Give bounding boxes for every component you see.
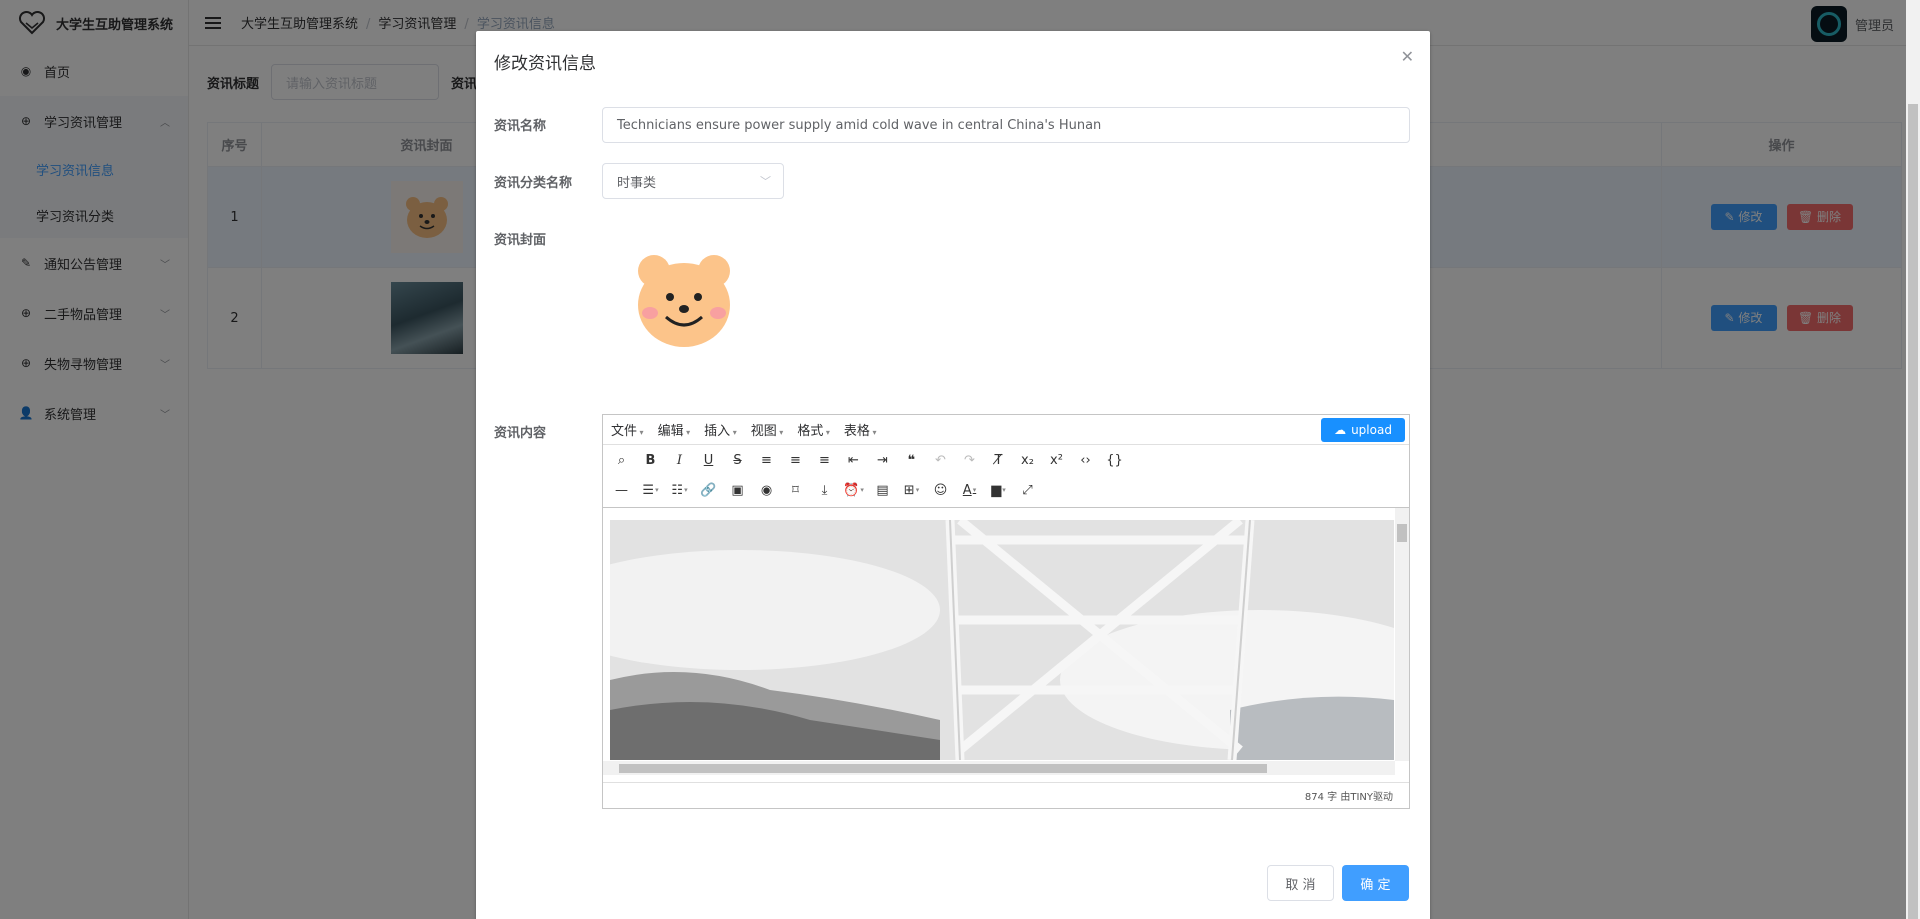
- confirm-button[interactable]: 确 定: [1342, 865, 1409, 901]
- content-label: 资讯内容: [494, 426, 547, 441]
- bullet-list-icon[interactable]: ☰: [638, 479, 663, 501]
- text-color-icon[interactable]: A: [957, 479, 982, 501]
- underline-icon[interactable]: U: [696, 449, 721, 471]
- upload-button[interactable]: ☁ upload: [1321, 418, 1405, 442]
- code-icon[interactable]: ‹›: [1073, 449, 1098, 471]
- strikethrough-icon[interactable]: S: [725, 449, 750, 471]
- editor-menubar: 文件 编辑 插入 视图 格式 表格 ☁upload: [603, 415, 1409, 445]
- align-right-icon[interactable]: ≡: [812, 449, 837, 471]
- news-name-input[interactable]: Technicians ensure power supply amid col…: [602, 107, 1410, 143]
- editor-statusbar: 874 字 由TINY驱动: [603, 782, 1409, 808]
- dialog-title: 修改资讯信息: [494, 54, 596, 74]
- blockquote-icon[interactable]: ❝: [899, 449, 924, 471]
- numbered-list-icon[interactable]: ☷: [667, 479, 692, 501]
- outdent-icon[interactable]: ⇤: [841, 449, 866, 471]
- editor-content-area[interactable]: [603, 507, 1409, 777]
- content-image[interactable]: [610, 520, 1394, 760]
- table-icon[interactable]: ⊞: [899, 479, 924, 501]
- rich-text-editor: 文件 编辑 插入 视图 格式 表格 ☁upload ⌕ B I U S ≡ ≡ …: [602, 414, 1410, 809]
- category-select[interactable]: 时事类 ﹀: [602, 163, 784, 199]
- page-scrollbar[interactable]: [1906, 0, 1920, 919]
- cloud-upload-icon: ☁: [1334, 423, 1347, 437]
- editor-vertical-scrollbar[interactable]: [1395, 508, 1409, 761]
- category-selected-value: 时事类: [617, 175, 657, 191]
- media-icon[interactable]: ▤: [870, 479, 895, 501]
- menu-insert[interactable]: 插入: [704, 420, 737, 439]
- menu-file[interactable]: 文件: [611, 420, 644, 439]
- category-label: 资讯分类名称: [494, 176, 573, 191]
- menu-view[interactable]: 视图: [751, 420, 784, 439]
- undo-icon[interactable]: ↶: [928, 449, 953, 471]
- datetime-icon[interactable]: ⏰: [841, 479, 866, 501]
- bookmark-icon[interactable]: ⌑: [783, 479, 808, 501]
- redo-icon[interactable]: ↷: [957, 449, 982, 471]
- align-left-icon[interactable]: ≡: [754, 449, 779, 471]
- image-icon[interactable]: ▣: [725, 479, 750, 501]
- name-label: 资讯名称: [494, 119, 547, 134]
- align-center-icon[interactable]: ≡: [783, 449, 808, 471]
- menu-edit[interactable]: 编辑: [658, 420, 691, 439]
- subscript-icon[interactable]: x₂: [1015, 449, 1040, 471]
- horizontal-rule-icon[interactable]: —: [609, 479, 634, 501]
- emoticon-icon[interactable]: ☺: [928, 479, 953, 501]
- superscript-icon[interactable]: x²: [1044, 449, 1069, 471]
- code-sample-icon[interactable]: {}: [1102, 449, 1127, 471]
- fullscreen-icon[interactable]: ⤢: [1015, 479, 1040, 501]
- bold-icon[interactable]: B: [638, 449, 663, 471]
- background-color-icon[interactable]: ▆: [986, 479, 1011, 501]
- find-replace-icon[interactable]: ⌕: [609, 449, 634, 471]
- clear-format-icon[interactable]: T̸: [986, 449, 1011, 471]
- cancel-button[interactable]: 取 消: [1267, 865, 1334, 901]
- editor-horizontal-scrollbar[interactable]: [603, 761, 1395, 775]
- close-icon[interactable]: ✕: [1401, 47, 1414, 66]
- page-break-icon[interactable]: ⤓: [812, 479, 837, 501]
- menu-table[interactable]: 表格: [844, 420, 877, 439]
- menu-format[interactable]: 格式: [797, 420, 830, 439]
- editor-toolbar-row1: ⌕ B I U S ≡ ≡ ≡ ⇤ ⇥ ❝ ↶ ↷ T̸ x₂ x² ‹› {}: [603, 445, 1409, 475]
- preview-icon[interactable]: ◉: [754, 479, 779, 501]
- edit-news-dialog: 修改资讯信息 ✕ 资讯名称 Technicians ensure power s…: [476, 31, 1430, 919]
- italic-icon[interactable]: I: [667, 449, 692, 471]
- cover-label: 资讯封面: [494, 233, 547, 248]
- link-icon[interactable]: 🔗: [696, 479, 721, 501]
- chevron-down-icon: ﹀: [760, 175, 771, 188]
- editor-toolbar-row2: — ☰ ☷ 🔗 ▣ ◉ ⌑ ⤓ ⏰ ▤ ⊞ ☺ A ▆ ⤢: [603, 475, 1409, 505]
- indent-icon[interactable]: ⇥: [870, 449, 895, 471]
- cover-image[interactable]: [632, 249, 736, 353]
